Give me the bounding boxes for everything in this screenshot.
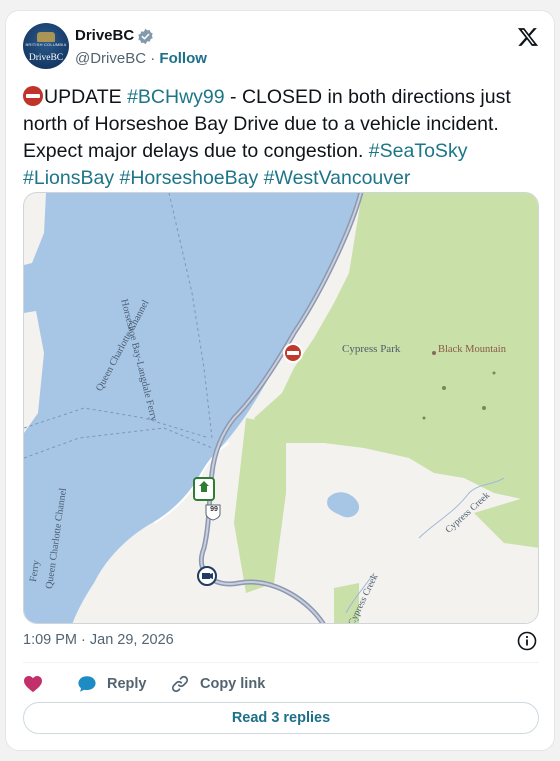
label-black-mountain: Black Mountain — [438, 344, 506, 355]
hashtag-seatosky[interactable]: #SeaToSky — [369, 140, 468, 162]
account-handle[interactable]: @DriveBC — [75, 50, 146, 67]
highway-shield-number: 99 — [210, 506, 218, 513]
read-replies-label: Read 3 replies — [231, 710, 331, 726]
label-cypress-park: Cypress Park — [342, 343, 401, 355]
account-handle-line: @DriveBC · Follow — [75, 50, 207, 67]
action-bar: Reply Copy link — [23, 671, 539, 697]
black-mountain-peak-icon — [432, 351, 436, 355]
copy-link-label: Copy link — [200, 676, 266, 692]
avatar[interactable]: BRITISH COLUMBIA DriveBC — [23, 23, 69, 69]
heart-icon — [24, 675, 42, 693]
avatar-brand-text: DriveBC — [28, 53, 64, 63]
verified-badge-icon — [138, 28, 153, 45]
read-replies-button[interactable]: Read 3 replies — [23, 702, 539, 734]
hashtag-lionsbay[interactable]: #LionsBay — [23, 167, 114, 189]
x-logo-icon[interactable] — [517, 26, 539, 48]
divider — [23, 662, 539, 663]
tweet-timestamp[interactable]: 1:09 PM · Jan 29, 2026 — [23, 632, 174, 648]
no-entry-icon — [23, 86, 43, 106]
camera-marker-body — [202, 573, 210, 579]
update-word: UPDATE — [44, 86, 122, 108]
handle-separator: · — [150, 50, 156, 67]
copy-link-button[interactable]: Copy link — [170, 671, 265, 697]
reply-button[interactable]: Reply — [77, 671, 147, 697]
avatar-small-text: BRITISH COLUMBIA — [25, 42, 67, 47]
tweet-text: UPDATE #BCHwy99 - CLOSED in both directi… — [23, 84, 539, 192]
account-name[interactable]: DriveBC — [75, 27, 134, 44]
like-button[interactable] — [23, 671, 53, 697]
follow-button[interactable]: Follow — [159, 50, 207, 67]
info-icon[interactable] — [517, 631, 537, 651]
crest-icon — [37, 32, 55, 42]
link-icon — [171, 675, 189, 693]
tweet-header: BRITISH COLUMBIA DriveBC DriveBC @DriveB… — [23, 23, 539, 73]
map-canvas — [24, 193, 538, 623]
reply-bubble-icon — [78, 676, 96, 692]
hashtag-horseshoebay[interactable]: #HorseshoeBay — [120, 167, 259, 189]
hashtag-westvancouver[interactable]: #WestVancouver — [264, 167, 411, 189]
map-image[interactable]: Cypress Park Black Mountain Horseshoe Ba… — [23, 192, 539, 624]
closure-marker-bar — [287, 351, 299, 355]
camera-marker-lens — [210, 573, 213, 579]
hashtag-bchwy99[interactable]: #BCHwy99 — [127, 86, 225, 108]
reply-label: Reply — [107, 676, 147, 692]
tweet-card: BRITISH COLUMBIA DriveBC DriveBC @DriveB… — [5, 10, 555, 751]
